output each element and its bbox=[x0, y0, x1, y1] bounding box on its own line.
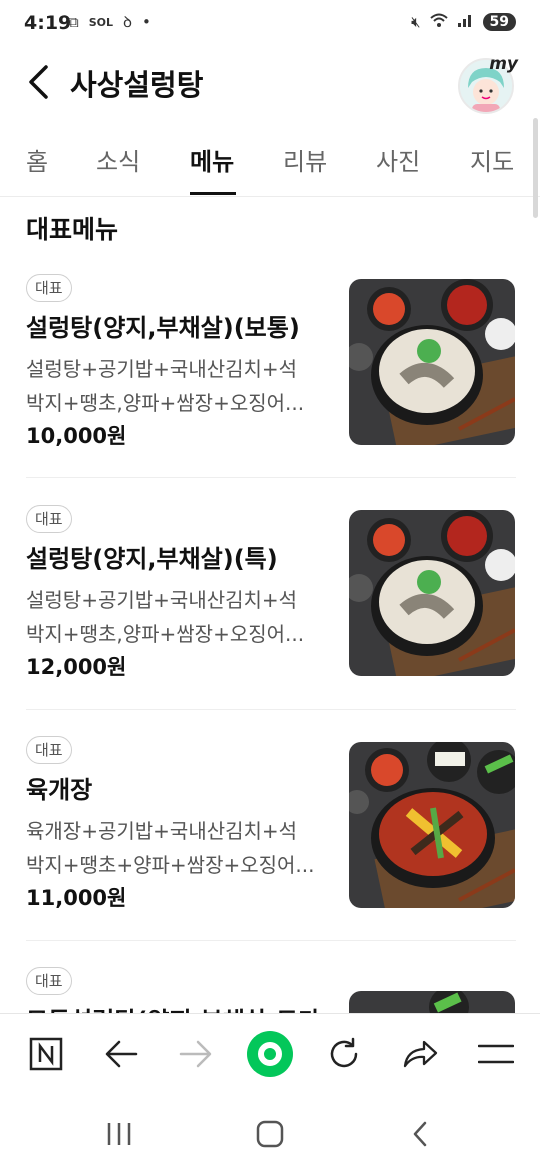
battery-indicator: 59 bbox=[482, 13, 516, 31]
arrow-left-icon bbox=[105, 1040, 138, 1068]
mute-icon: 🔇︎ bbox=[411, 13, 421, 31]
description-line: 육개장+공기밥+국내산김치+석 bbox=[26, 819, 298, 843]
green-dot-icon bbox=[247, 1031, 293, 1077]
seolleongtang-photo bbox=[349, 991, 515, 1013]
tab-home[interactable]: 홈 bbox=[26, 142, 48, 177]
my-badge: my bbox=[489, 54, 518, 74]
menu-item-name: 설렁탕(양지,부채살)(특) bbox=[26, 545, 278, 573]
screenshot-icon: ⧉ bbox=[68, 13, 79, 31]
scrollbar[interactable] bbox=[533, 118, 538, 218]
menu-item-description: 설렁탕+공기밥+국내산김치+석 박지+땡초,양파+쌈장+오징어... bbox=[26, 352, 316, 420]
arrow-right-icon bbox=[179, 1040, 212, 1068]
menu-item-name: 모둠설렁탕(양지,부채살,도가 bbox=[26, 1001, 320, 1013]
app-header: 사상설렁탕 my bbox=[0, 50, 540, 116]
sol-bank-icon: SOL bbox=[88, 15, 114, 29]
menu-item-description: 육개장+공기밥+국내산김치+석 박지+땡초+양파+쌈장+오징어... bbox=[26, 814, 316, 882]
chevron-left-icon bbox=[413, 1121, 427, 1147]
status-time: 4:19 bbox=[24, 12, 72, 34]
yukgaejang-photo bbox=[349, 742, 515, 908]
seolleongtang-photo bbox=[349, 279, 515, 445]
hamburger-icon bbox=[478, 1044, 514, 1064]
description-line: 설렁탕+공기밥+국내산김치+석 bbox=[26, 357, 298, 381]
share-button[interactable] bbox=[398, 1032, 442, 1076]
recent-apps-button[interactable] bbox=[99, 1114, 139, 1154]
refresh-button[interactable] bbox=[322, 1032, 366, 1076]
signature-badge: 대표 bbox=[26, 967, 72, 995]
chevron-left-icon bbox=[29, 65, 48, 99]
section-title: 대표메뉴 bbox=[26, 215, 119, 244]
system-back-button[interactable] bbox=[400, 1114, 440, 1154]
description-line: 설렁탕+공기밥+국내산김치+석 bbox=[26, 588, 298, 612]
active-tab-indicator bbox=[190, 192, 236, 195]
system-nav-bar bbox=[0, 1096, 540, 1170]
signature-badge: 대표 bbox=[26, 505, 72, 533]
tab-review[interactable]: 리뷰 bbox=[283, 142, 327, 177]
seolleongtang-photo bbox=[349, 510, 515, 676]
tab-photo[interactable]: 사진 bbox=[376, 142, 420, 177]
menu-item-description: 설렁탕+공기밥+국내산김치+석 박지+땡초,양파+쌈장+오징어... bbox=[26, 583, 316, 651]
back-button[interactable] bbox=[22, 62, 54, 102]
page-title: 사상설렁탕 bbox=[70, 68, 204, 102]
notification-icons: ⧉ SOL ꝺ • bbox=[68, 12, 151, 32]
status-right: 🔇︎ 59 bbox=[411, 12, 516, 32]
forward-nav-button[interactable] bbox=[174, 1032, 218, 1076]
app-notification-icon: ꝺ bbox=[123, 13, 133, 31]
menu-item-name: 육개장 bbox=[26, 776, 93, 804]
home-button[interactable] bbox=[250, 1114, 290, 1154]
menu-item-price: 12,000원 bbox=[26, 655, 127, 679]
back-nav-button[interactable] bbox=[99, 1032, 143, 1076]
menu-item-name: 설렁탕(양지,부채살)(보통) bbox=[26, 314, 300, 342]
description-line: 박지+땡초,양파+쌈장+오징어... bbox=[26, 391, 305, 415]
dot-icon: • bbox=[142, 13, 151, 31]
divider bbox=[26, 477, 516, 478]
status-bar: 4:19 ⧉ SOL ꝺ • 🔇︎ 59 bbox=[0, 0, 540, 50]
naver-n-icon bbox=[29, 1037, 63, 1071]
description-line: 박지+땡초,양파+쌈장+오징어... bbox=[26, 622, 305, 646]
share-arrow-icon bbox=[403, 1040, 438, 1068]
tab-news[interactable]: 소식 bbox=[96, 142, 140, 177]
menu-item-price: 11,000원 bbox=[26, 886, 127, 910]
menu-item[interactable]: 대표 모둠설렁탕(양지,부채살,도가 bbox=[0, 967, 540, 1013]
signature-badge: 대표 bbox=[26, 274, 72, 302]
tab-bar: 홈 소식 메뉴 리뷰 사진 지도 bbox=[0, 126, 540, 197]
divider bbox=[26, 709, 516, 710]
wifi-icon bbox=[429, 12, 449, 32]
green-dot-button[interactable] bbox=[246, 1030, 294, 1078]
tab-menu[interactable]: 메뉴 bbox=[190, 142, 234, 177]
home-square-icon bbox=[256, 1120, 284, 1148]
menu-item[interactable]: 대표 육개장 육개장+공기밥+국내산김치+석 박지+땡초+양파+쌈장+오징어..… bbox=[0, 736, 540, 968]
menu-button[interactable] bbox=[474, 1032, 518, 1076]
divider bbox=[26, 940, 516, 941]
tab-map[interactable]: 지도 bbox=[470, 142, 514, 177]
menu-item[interactable]: 대표 설렁탕(양지,부채살)(보통) 설렁탕+공기밥+국내산김치+석 박지+땡초… bbox=[0, 274, 540, 506]
recent-apps-icon bbox=[107, 1123, 131, 1145]
menu-item-price: 10,000원 bbox=[26, 424, 127, 448]
signal-icon bbox=[457, 12, 475, 32]
menu-item[interactable]: 대표 설렁탕(양지,부채살)(특) 설렁탕+공기밥+국내산김치+석 박지+땡초,… bbox=[0, 505, 540, 737]
signature-badge: 대표 bbox=[26, 736, 72, 764]
browser-toolbar bbox=[0, 1013, 540, 1096]
refresh-icon bbox=[330, 1037, 358, 1068]
description-line: 박지+땡초+양파+쌈장+오징어... bbox=[26, 853, 315, 877]
naver-home-button[interactable] bbox=[24, 1032, 68, 1076]
